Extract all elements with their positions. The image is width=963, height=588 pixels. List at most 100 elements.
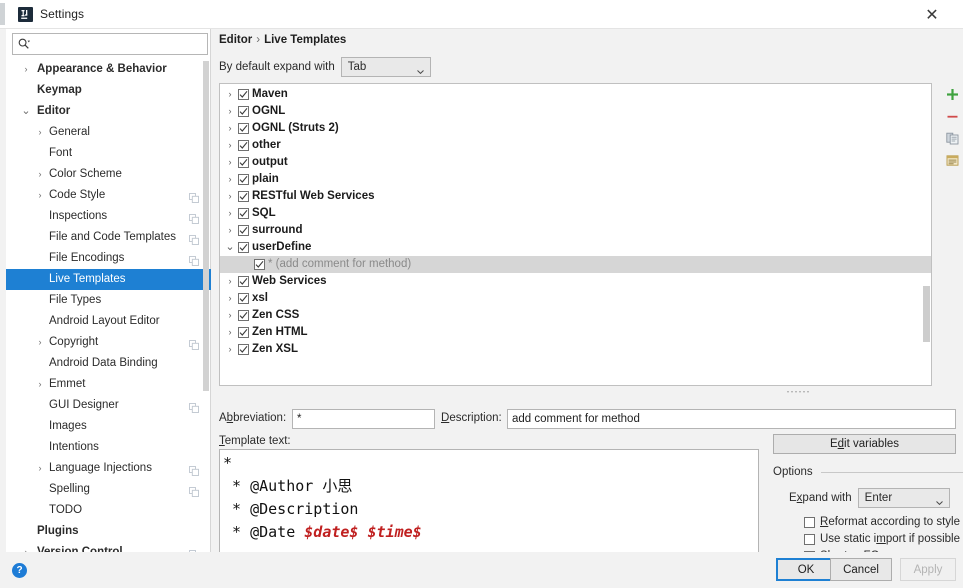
- template-text-editor[interactable]: * * @Author 小思 * @Description * @Date $d…: [219, 449, 759, 559]
- breadcrumb-root[interactable]: Editor: [219, 34, 252, 46]
- chevron-right-icon[interactable]: ›: [20, 59, 32, 80]
- description-input[interactable]: [507, 409, 956, 429]
- sidebar-item-file-and-code-templates[interactable]: File and Code Templates: [6, 227, 211, 248]
- sidebar-item-version-control[interactable]: ›Version Control: [6, 542, 211, 552]
- sidebar-item-color-scheme[interactable]: ›Color Scheme: [6, 164, 211, 185]
- chevron-right-icon[interactable]: ›: [20, 542, 32, 552]
- sidebar-item-file-encodings[interactable]: File Encodings: [6, 248, 211, 269]
- search-input[interactable]: [34, 37, 194, 51]
- abbreviation-input[interactable]: [292, 409, 435, 429]
- sidebar-item-spelling[interactable]: Spelling: [6, 479, 211, 500]
- checkbox-checked-icon[interactable]: [238, 242, 249, 253]
- checkbox-checked-icon[interactable]: [238, 293, 249, 304]
- chevron-right-icon[interactable]: ›: [34, 374, 46, 395]
- checkbox-checked-icon[interactable]: [238, 310, 249, 321]
- checkbox-checked-icon[interactable]: [254, 259, 265, 270]
- template-group-row[interactable]: ›Zen CSS: [220, 307, 931, 324]
- reformat-according-to-style-checkbox[interactable]: Reformat according to style: [804, 513, 960, 531]
- splitter-grip[interactable]: [787, 389, 813, 394]
- checkbox-checked-icon[interactable]: [238, 225, 249, 236]
- template-group-row[interactable]: ›output: [220, 154, 931, 171]
- template-group-row[interactable]: ›Maven: [220, 86, 931, 103]
- sidebar-item-inspections[interactable]: Inspections: [6, 206, 211, 227]
- chevron-right-icon[interactable]: ›: [224, 188, 236, 205]
- template-item-row[interactable]: * (add comment for method): [220, 256, 931, 273]
- sidebar-item-intentions[interactable]: Intentions: [6, 437, 211, 458]
- sidebar-item-emmet[interactable]: ›Emmet: [6, 374, 211, 395]
- checkbox-checked-icon[interactable]: [238, 140, 249, 151]
- sidebar-item-live-templates[interactable]: Live Templates: [6, 269, 211, 290]
- chevron-right-icon[interactable]: ›: [224, 273, 236, 290]
- sidebar-item-android-layout-editor[interactable]: Android Layout Editor: [6, 311, 211, 332]
- default-expand-select[interactable]: Tab: [341, 57, 431, 77]
- sidebar-item-appearance-behavior[interactable]: ›Appearance & Behavior: [6, 59, 211, 80]
- sidebar-item-language-injections[interactable]: ›Language Injections: [6, 458, 211, 479]
- checkbox-checked-icon[interactable]: [238, 344, 249, 355]
- edit-variables-button[interactable]: Edit variables: [773, 434, 956, 454]
- chevron-right-icon[interactable]: ›: [224, 103, 236, 120]
- ok-button[interactable]: OK: [776, 558, 836, 581]
- chevron-right-icon[interactable]: ›: [34, 122, 46, 143]
- chevron-right-icon[interactable]: ›: [34, 164, 46, 185]
- template-group-row[interactable]: ›xsl: [220, 290, 931, 307]
- checkbox-checked-icon[interactable]: [238, 327, 249, 338]
- checkbox-checked-icon[interactable]: [238, 174, 249, 185]
- checkbox-checked-icon[interactable]: [238, 106, 249, 117]
- chevron-right-icon[interactable]: ›: [224, 171, 236, 188]
- sidebar-item-file-types[interactable]: File Types: [6, 290, 211, 311]
- template-group-row[interactable]: ›Zen HTML: [220, 324, 931, 341]
- checkbox-checked-icon[interactable]: [238, 208, 249, 219]
- sidebar-item-general[interactable]: ›General: [6, 122, 211, 143]
- expand-with-select[interactable]: Enter: [858, 488, 950, 508]
- copy-template-button[interactable]: [941, 127, 963, 149]
- chevron-right-icon[interactable]: ›: [34, 458, 46, 479]
- chevron-right-icon[interactable]: ›: [224, 154, 236, 171]
- sidebar-item-keymap[interactable]: Keymap: [6, 80, 211, 101]
- chevron-right-icon[interactable]: ›: [224, 290, 236, 307]
- template-group-row[interactable]: ›surround: [220, 222, 931, 239]
- add-template-button[interactable]: [941, 83, 963, 105]
- checkbox-checked-icon[interactable]: [238, 89, 249, 100]
- sidebar-tree[interactable]: ›Appearance & BehaviorKeymap⌄Editor›Gene…: [6, 59, 211, 552]
- close-icon[interactable]: ✕: [911, 0, 953, 29]
- chevron-right-icon[interactable]: ›: [224, 324, 236, 341]
- template-group-row[interactable]: ›Zen XSL: [220, 341, 931, 358]
- cancel-button[interactable]: Cancel: [830, 558, 892, 581]
- sidebar-item-gui-designer[interactable]: GUI Designer: [6, 395, 211, 416]
- chevron-right-icon[interactable]: ›: [224, 120, 236, 137]
- template-group-row[interactable]: ›other: [220, 137, 931, 154]
- checkbox-checked-icon[interactable]: [238, 157, 249, 168]
- template-group-row[interactable]: ›plain: [220, 171, 931, 188]
- template-group-row[interactable]: ›SQL: [220, 205, 931, 222]
- chevron-down-icon[interactable]: ⌄: [20, 101, 32, 122]
- sidebar-item-todo[interactable]: TODO: [6, 500, 211, 521]
- sidebar-item-images[interactable]: Images: [6, 416, 211, 437]
- checkbox-checked-icon[interactable]: [238, 276, 249, 287]
- search-box[interactable]: [12, 33, 208, 55]
- checkbox-checked-icon[interactable]: [238, 123, 249, 134]
- sidebar-scrollbar[interactable]: [203, 61, 209, 521]
- chevron-right-icon[interactable]: ›: [34, 185, 46, 206]
- sidebar-item-plugins[interactable]: Plugins: [6, 521, 211, 542]
- chevron-right-icon[interactable]: ›: [224, 205, 236, 222]
- live-templates-tree[interactable]: ›Maven›OGNL›OGNL (Struts 2)›other›output…: [219, 83, 932, 386]
- template-group-row[interactable]: ›RESTful Web Services: [220, 188, 931, 205]
- chevron-right-icon[interactable]: ›: [224, 86, 236, 103]
- remove-template-button[interactable]: [941, 105, 963, 127]
- chevron-right-icon[interactable]: ›: [224, 137, 236, 154]
- template-group-row[interactable]: ›OGNL: [220, 103, 931, 120]
- templates-scrollbar[interactable]: [922, 84, 931, 385]
- sidebar-item-code-style[interactable]: ›Code Style: [6, 185, 211, 206]
- chevron-right-icon[interactable]: ›: [224, 341, 236, 358]
- sidebar-item-copyright[interactable]: ›Copyright: [6, 332, 211, 353]
- sidebar-item-android-data-binding[interactable]: Android Data Binding: [6, 353, 211, 374]
- sidebar-item-font[interactable]: Font: [6, 143, 211, 164]
- duplicate-template-button[interactable]: [941, 149, 963, 171]
- checkbox-checked-icon[interactable]: [238, 191, 249, 202]
- template-group-row[interactable]: ›OGNL (Struts 2): [220, 120, 931, 137]
- template-group-row[interactable]: ⌄userDefine: [220, 239, 931, 256]
- chevron-right-icon[interactable]: ›: [34, 332, 46, 353]
- help-icon[interactable]: ?: [12, 563, 27, 578]
- use-static-import-checkbox[interactable]: Use static import if possible: [804, 530, 960, 548]
- template-group-row[interactable]: ›Web Services: [220, 273, 931, 290]
